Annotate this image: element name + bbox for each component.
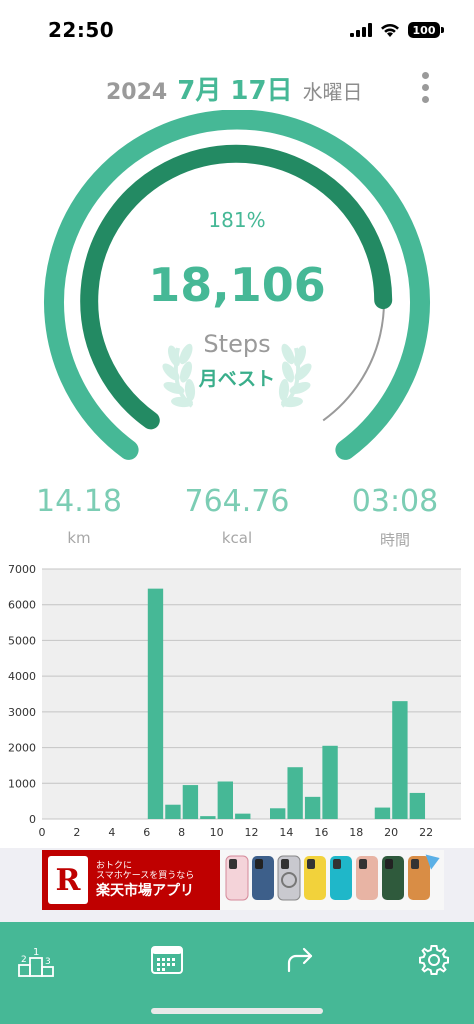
x-tick-label: 2: [73, 826, 80, 839]
y-tick-label: 6000: [8, 599, 36, 612]
bar-hour-15[interactable]: [304, 796, 321, 819]
duration-value: 03:08: [351, 484, 439, 519]
ad-banner[interactable]: R おトクに スマホケースを買うなら 楽天市場アプリ: [0, 848, 474, 922]
steps-label: Steps: [203, 330, 271, 358]
ad-line2: スマホケースを買うなら: [96, 870, 195, 881]
ad-content[interactable]: R おトクに スマホケースを買うなら 楽天市場アプリ: [42, 850, 444, 910]
battery-icon: 100: [408, 22, 444, 38]
tab-ranking[interactable]: 1 2 3: [10, 934, 62, 986]
status-time: 22:50: [48, 18, 115, 42]
calories-unit: kcal: [221, 529, 253, 547]
bar-hour-16[interactable]: [322, 745, 338, 819]
svg-text:3: 3: [45, 957, 51, 967]
battery-level: 100: [412, 23, 436, 37]
calories-value: 764.76: [184, 484, 290, 519]
calories-stat: 764.76 kcal: [158, 484, 316, 547]
step-gauge: 181% 18,106 Steps 月ベスト: [0, 110, 474, 470]
tab-share[interactable]: [274, 934, 326, 986]
distance-stat: 14.18 km: [0, 484, 158, 547]
x-tick-label: 14: [279, 826, 293, 839]
bar-hour-6[interactable]: [147, 588, 164, 819]
goal-percent: 181%: [208, 208, 266, 232]
ad-brand-panel: R おトクに スマホケースを買うなら 楽天市場アプリ: [42, 850, 220, 910]
svg-text:2: 2: [21, 955, 27, 965]
x-tick-label: 8: [178, 826, 185, 839]
ad-logo-text: R: [55, 862, 81, 898]
x-tick-label: 16: [314, 826, 328, 839]
phone-cases-image: [225, 855, 430, 901]
ad-line3: 楽天市場アプリ: [96, 883, 194, 900]
bottom-tab-bar: 1 2 3: [0, 922, 474, 1024]
tab-calendar[interactable]: [141, 934, 193, 986]
bar-hour-13[interactable]: [270, 808, 286, 819]
x-tick-label: 20: [384, 826, 398, 839]
podium-icon: 1 2 3: [18, 947, 54, 977]
svg-text:1: 1: [33, 947, 39, 958]
x-tick-label: 0: [39, 826, 46, 839]
x-tick-label: 4: [108, 826, 115, 839]
ad-product-image: [220, 850, 444, 910]
x-tick-label: 12: [245, 826, 259, 839]
distance-unit: km: [67, 529, 91, 547]
gear-icon: [419, 945, 449, 975]
x-tick-label: 6: [143, 826, 150, 839]
duration-unit: 時間: [379, 531, 410, 549]
x-tick-label: 10: [210, 826, 224, 839]
bar-hour-19[interactable]: [374, 807, 391, 819]
y-tick-label: 5000: [8, 634, 36, 647]
y-tick-label: 0: [29, 813, 36, 826]
wifi-icon: [381, 23, 399, 37]
bar-hour-9[interactable]: [200, 816, 216, 819]
award-label: 月ベスト: [198, 368, 276, 390]
x-tick-label: 22: [419, 826, 433, 839]
cellular-signal-icon: [350, 23, 372, 37]
rakuten-logo: R: [48, 856, 88, 904]
share-arrow-icon: [287, 947, 313, 973]
y-tick-label: 1000: [8, 777, 36, 790]
bar-hour-11[interactable]: [235, 813, 251, 819]
steps-count: 18,106: [148, 258, 326, 312]
y-tick-label: 2000: [8, 742, 36, 755]
date-month-day: 7月 17日: [177, 76, 293, 106]
date-weekday: 水曜日: [302, 80, 363, 104]
status-bar: 22:50 100: [0, 0, 474, 62]
duration-stat: 03:08 時間: [316, 484, 474, 550]
bar-hour-8[interactable]: [182, 785, 199, 819]
bar-hour-21[interactable]: [409, 792, 426, 819]
calendar-icon: [151, 946, 183, 974]
bar-hour-20[interactable]: [392, 701, 408, 819]
bar-hour-7[interactable]: [165, 804, 181, 819]
home-indicator: [151, 1008, 323, 1014]
distance-value: 14.18: [36, 484, 122, 519]
status-icons: 100: [350, 20, 444, 40]
tab-settings[interactable]: [408, 934, 460, 986]
date-header: 2024 7月 17日 水曜日: [0, 68, 474, 108]
bar-hour-14[interactable]: [287, 767, 303, 819]
chart-svg: 0 1000 2000 3000 4000 5000 6000 7000 0 2 4 6 8 10 12 14…: [8, 563, 461, 839]
hourly-steps-chart: 0 1000 2000 3000 4000 5000 6000 7000 0 2 4 6 8 10 12 14…: [0, 556, 474, 848]
ad-line1: おトクに: [96, 860, 133, 871]
more-vertical-icon[interactable]: [412, 68, 438, 106]
y-tick-label: 7000: [8, 563, 36, 576]
ad-text: おトクに スマホケースを買うなら 楽天市場アプリ: [96, 861, 194, 900]
date-display[interactable]: 2024 7月 17日 水曜日: [106, 70, 363, 107]
bar-hour-10[interactable]: [217, 781, 233, 820]
date-year: 2024: [106, 80, 168, 105]
stats-row: 14.18 km 764.76 kcal 03:08 時間: [0, 484, 474, 556]
y-tick-label: 3000: [8, 706, 36, 719]
y-tick-label: 4000: [8, 670, 36, 683]
x-tick-label: 18: [349, 826, 363, 839]
